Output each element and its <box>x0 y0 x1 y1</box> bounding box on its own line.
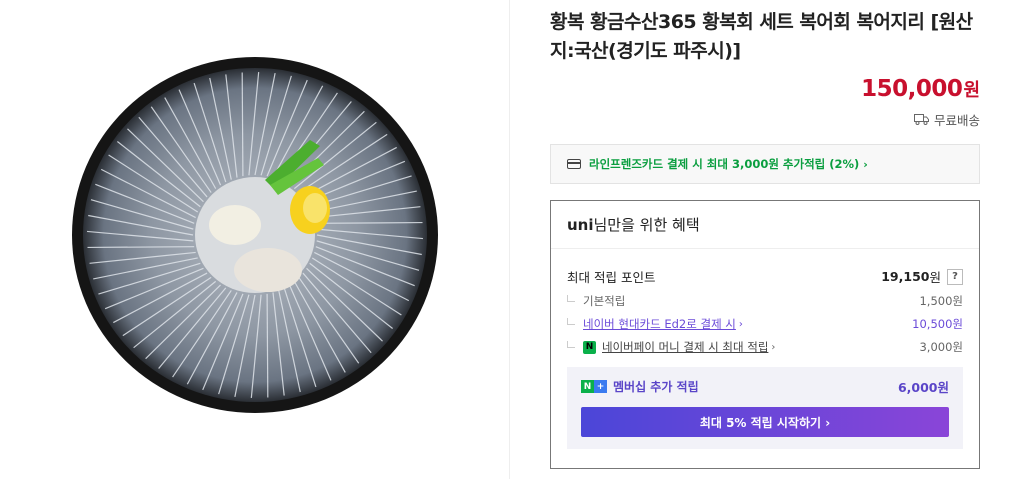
basic-points-value: 1,500원 <box>919 294 963 308</box>
price-value: 150,000 <box>861 76 963 102</box>
price-currency: 원 <box>963 80 980 101</box>
benefit-box: uni 님만을 위한 혜택 최대 적립 포인트 19,150 원 ? 기본적립 … <box>550 200 980 469</box>
product-image-pane <box>0 0 510 479</box>
benefit-heading: uni 님만을 위한 혜택 <box>551 201 979 249</box>
card-promo-text: 라인프렌즈카드 결제 시 최대 3,000원 추가적립 (2%) <box>589 157 860 171</box>
membership-label: 멤버십 추가 적립 <box>613 380 699 394</box>
membership-value: 6,000원 <box>897 380 949 395</box>
benefit-heading-text: 님만을 위한 혜택 <box>593 216 700 234</box>
product-image[interactable] <box>60 40 450 430</box>
fish-slice-line <box>87 246 195 249</box>
max-points-row: 최대 적립 포인트 19,150 원 ? <box>567 267 963 286</box>
max-points-value: 19,150 <box>881 269 930 284</box>
fish-slice-line <box>241 72 244 177</box>
basic-points-label: 기본적립 <box>583 294 626 308</box>
plus-badge: + <box>594 380 607 393</box>
card-points-value: 10,500원 <box>912 317 963 331</box>
hyundai-card-link[interactable]: 네이버 현대카드 Ed2로 결제 시 <box>583 316 736 332</box>
npay-points-row: N 네이버페이 머니 결제 시 최대 적립 › 3,000원 <box>567 339 963 355</box>
fish-slice-line <box>315 221 423 224</box>
price: 150,000 원 <box>861 76 980 102</box>
help-button[interactable]: ? <box>947 268 963 285</box>
truck-icon <box>913 114 929 125</box>
branch-line <box>567 318 575 325</box>
chevron-right-icon: › <box>738 318 743 330</box>
max-points-unit: 원 <box>929 270 941 285</box>
membership-row: N + 멤버십 추가 적립 6,000원 <box>581 377 949 396</box>
product-info-pane: 황복 황금수산365 황복회 세트 복어회 복어지리 [원산지:국산(경기도 파… <box>550 0 980 479</box>
naver-n-badge: N <box>581 380 594 393</box>
product-title: 황복 황금수산365 황복회 세트 복어회 복어지리 [원산지:국산(경기도 파… <box>550 11 973 62</box>
card-points-row: 네이버 현대카드 Ed2로 결제 시 › 10,500원 <box>567 316 963 332</box>
basic-points-row: 기본적립 1,500원 <box>567 293 963 309</box>
chevron-right-icon: › <box>771 341 776 353</box>
card-promo-banner[interactable]: 라인프렌즈카드 결제 시 최대 3,000원 추가적립 (2%) › <box>550 144 980 184</box>
start-membership-button[interactable]: 최대 5% 적립 시작하기 › <box>581 407 949 437</box>
chevron-right-icon: › <box>863 157 868 171</box>
npay-points-value: 3,000원 <box>919 340 963 354</box>
max-points-label: 최대 적립 포인트 <box>567 270 656 285</box>
shipping-label: 무료배송 <box>933 113 980 128</box>
benefit-user: uni <box>567 215 594 234</box>
membership-panel: N + 멤버십 추가 적립 6,000원 최대 5% 적립 시작하기 › <box>567 367 963 449</box>
npay-money-link[interactable]: 네이버페이 머니 결제 시 최대 적립 <box>602 339 768 355</box>
shipping-info: 무료배송 <box>913 110 980 129</box>
branch-line <box>567 295 575 302</box>
npay-icon: N <box>583 340 596 354</box>
naver-plus-icon: N + <box>581 380 607 393</box>
fish-slice-line <box>266 293 269 398</box>
branch-line <box>567 341 575 348</box>
credit-card-icon <box>567 159 581 169</box>
